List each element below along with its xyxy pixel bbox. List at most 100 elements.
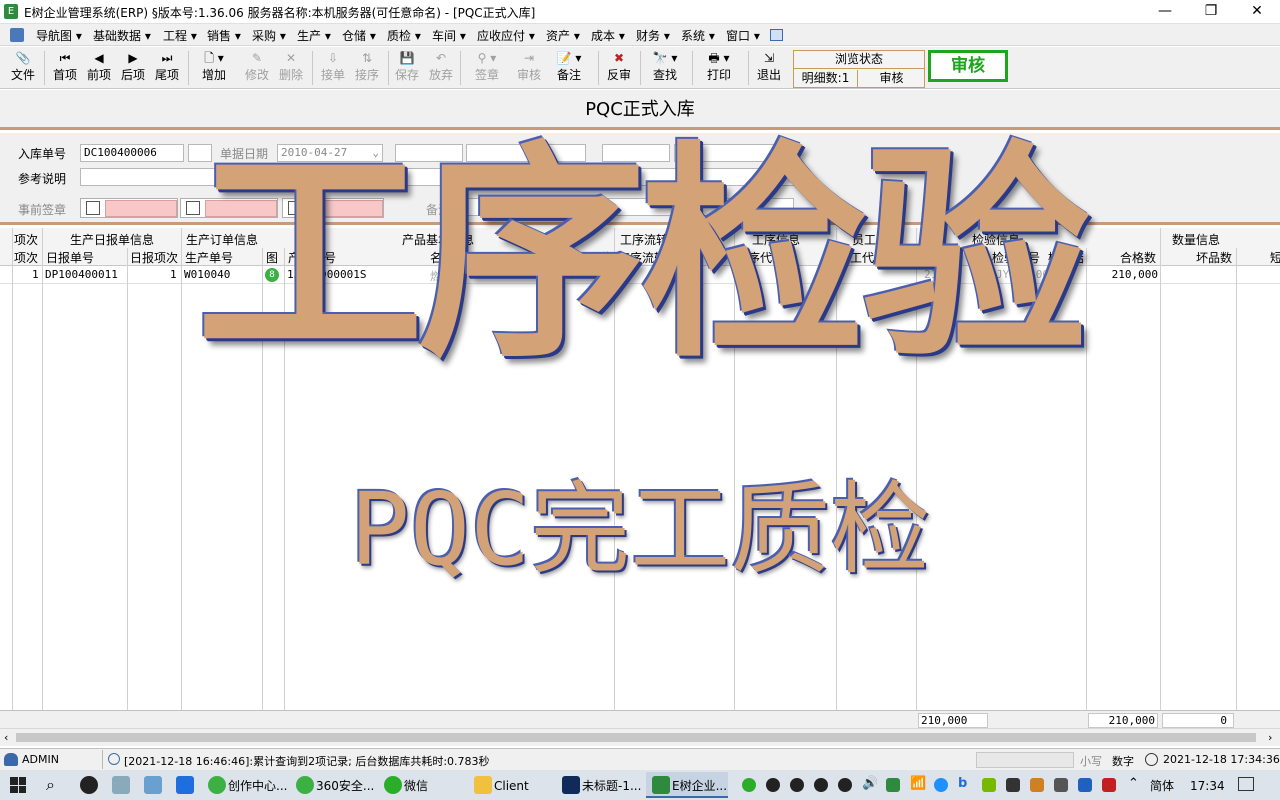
sign-checkbox-1[interactable]	[86, 201, 100, 215]
menu-cost[interactable]: 成本 ▾	[591, 27, 625, 44]
new-doc-icon: 🗋 ▾	[204, 51, 224, 65]
taskbar: ⌕ 创作中心... 360安全... 微信 Client 未标题-1... E树…	[0, 770, 1280, 800]
next-button[interactable]: ▶ 后项	[116, 49, 150, 87]
separator	[102, 750, 103, 769]
menu-assets[interactable]: 资产 ▾	[546, 27, 580, 44]
wifi-icon[interactable]: 📶	[910, 776, 926, 791]
app-icon-2[interactable]	[176, 776, 194, 794]
find-button[interactable]: 🔭 ▾ 查找	[642, 49, 688, 87]
qq-icon[interactable]	[80, 776, 98, 794]
ime-indicator[interactable]: 简体	[1150, 774, 1174, 798]
expand-tray-icon[interactable]: ⌃	[1128, 776, 1139, 791]
discard-button[interactable]: ↶ 放弃	[424, 49, 458, 87]
col-bad-qty[interactable]: 坏品数	[1196, 249, 1232, 266]
col-short[interactable]: 短	[1270, 249, 1280, 266]
nvidia-icon[interactable]	[982, 778, 996, 792]
col-report-no[interactable]: 日报单号	[46, 249, 94, 266]
restore-button[interactable]: ❐	[1188, 0, 1234, 24]
browser-icon-1[interactable]	[208, 776, 226, 794]
bing-icon[interactable]: b	[958, 776, 967, 791]
volume-icon[interactable]: 🔊	[862, 776, 878, 791]
task-untitled[interactable]: 未标题-1...	[582, 774, 641, 798]
menu-warehouse[interactable]: 仓储 ▾	[342, 27, 376, 44]
user-icon	[4, 753, 18, 766]
status-blank	[976, 752, 1074, 768]
qq-tray-icon[interactable]	[838, 778, 852, 792]
separator	[388, 51, 389, 85]
label-presign: 事前签章	[18, 203, 67, 217]
delete-button[interactable]: ✕ 删除	[274, 49, 308, 87]
unaudit-button[interactable]: ✖ 反审	[602, 49, 636, 87]
close-button[interactable]: ✕	[1234, 0, 1280, 24]
task-360[interactable]: 360安全...	[316, 774, 374, 798]
shield-icon[interactable]	[1006, 778, 1020, 792]
menu-engineering[interactable]: 工程 ▾	[163, 27, 197, 44]
print-button[interactable]: 🖶 ▾ 打印	[696, 49, 742, 87]
status-message: [2021-12-18 16:46:46]:累计查询到2项记录; 后台数据库共耗…	[124, 755, 490, 768]
scroll-thumb[interactable]	[16, 733, 1256, 742]
app-icon-1[interactable]	[144, 776, 162, 794]
tray-app-icon[interactable]	[1054, 778, 1068, 792]
separator	[598, 51, 599, 85]
tray-app-icon[interactable]	[1078, 778, 1092, 792]
tray-app-icon[interactable]	[934, 778, 948, 792]
menu-workshop[interactable]: 车间 ▾	[432, 27, 466, 44]
erp-icon[interactable]	[652, 776, 670, 794]
task-wechat[interactable]: 微信	[404, 774, 428, 798]
edit-button[interactable]: ✎ 修改	[240, 49, 274, 87]
status-clock: 2021-12-18 17:34:36	[1163, 753, 1280, 766]
windows-start-icon[interactable]	[10, 777, 26, 793]
task-creation-center[interactable]: 创作中心...	[228, 774, 287, 798]
menu-window[interactable]: 窗口 ▾	[726, 27, 760, 44]
minimize-button[interactable]: —	[1142, 0, 1188, 24]
tool-icon[interactable]	[112, 776, 130, 794]
search-icon[interactable]: ⌕	[46, 775, 55, 795]
task-erp[interactable]: E树企业...	[672, 774, 727, 798]
menu-system[interactable]: 系统 ▾	[681, 27, 715, 44]
menu-nav[interactable]: 导航图 ▾	[36, 27, 82, 44]
prev-button[interactable]: ◀ 前项	[82, 49, 116, 87]
menu-basic-data[interactable]: 基础数据 ▾	[93, 27, 151, 44]
qq-tray-icon[interactable]	[766, 778, 780, 792]
last-button[interactable]: ⏭ 尾项	[150, 49, 184, 87]
cell-item: 1	[32, 268, 39, 281]
menu-production[interactable]: 生产 ▾	[297, 27, 331, 44]
scroll-left-icon[interactable]: ‹	[4, 731, 8, 744]
task-client[interactable]: Client	[494, 774, 529, 798]
qq-tray-icon[interactable]	[814, 778, 828, 792]
menu-quality[interactable]: 质检 ▾	[387, 27, 421, 44]
wechat-icon[interactable]	[384, 776, 402, 794]
tray-app-icon[interactable]	[1102, 778, 1116, 792]
taskbar-clock[interactable]: 17:34	[1190, 774, 1225, 798]
file-button[interactable]: 📎 文件	[6, 49, 40, 87]
exit-icon: ⇲	[763, 51, 775, 65]
tray-app-icon[interactable]	[1030, 778, 1044, 792]
scroll-right-icon[interactable]: ›	[1268, 731, 1272, 744]
insert-button[interactable]: ⇩ 接单	[316, 49, 350, 87]
sign-button[interactable]: ⚲ ▾ 签章	[464, 49, 510, 87]
add-button[interactable]: 🗋 ▾ 增加	[192, 49, 236, 87]
col-item[interactable]: 项次	[14, 249, 38, 266]
exit-button[interactable]: ⇲ 退出	[752, 49, 786, 87]
totals-row: 210,000 210,000 0	[0, 710, 1280, 728]
horizontal-scrollbar[interactable]: ‹ ›	[0, 728, 1280, 746]
audit-button[interactable]: 审核	[928, 50, 1008, 82]
save-button[interactable]: 💾 保存	[390, 49, 424, 87]
erp-tray-icon[interactable]	[886, 778, 900, 792]
notification-icon[interactable]	[1238, 777, 1254, 791]
menu-sales[interactable]: 销售 ▾	[207, 27, 241, 44]
menu-ar-ap[interactable]: 应收应付 ▾	[477, 27, 535, 44]
first-button[interactable]: ⏮ 首项	[48, 49, 82, 87]
review-button[interactable]: ⇥ 审核	[512, 49, 546, 87]
menu-purchase[interactable]: 采购 ▾	[252, 27, 286, 44]
sort-button[interactable]: ⇅ 接序	[350, 49, 384, 87]
layout-icon[interactable]	[770, 29, 783, 41]
qq-tray-icon[interactable]	[790, 778, 804, 792]
photoshop-icon[interactable]	[562, 776, 580, 794]
wechat-tray-icon[interactable]	[742, 778, 756, 792]
browser-icon-2[interactable]	[296, 776, 314, 794]
note-button[interactable]: 📝 ▾ 备注	[546, 49, 592, 87]
folder-icon[interactable]	[474, 776, 492, 794]
menu-finance[interactable]: 财务 ▾	[636, 27, 670, 44]
window-title: E树企业管理系统(ERP) §版本号:1.36.06 服务器名称:本机服务器(可…	[24, 6, 536, 20]
